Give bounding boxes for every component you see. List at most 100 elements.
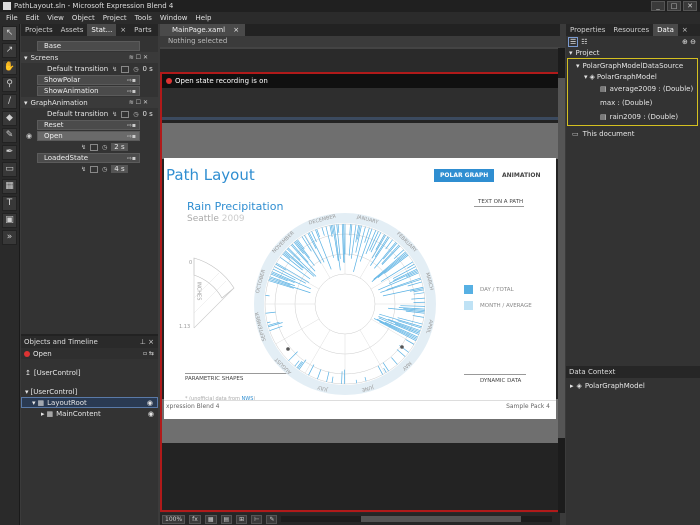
state-group-screens[interactable]: ▾ Screens ≋ ☐ ✕ — [21, 52, 158, 63]
scope-row[interactable]: ↥ [UserControl] — [21, 367, 158, 378]
group-controls-icon[interactable]: ≋ ☐ ✕ — [129, 54, 148, 61]
menu-window[interactable]: Window — [156, 14, 192, 22]
minimize-button[interactable]: _ — [651, 1, 665, 11]
data-field-row[interactable]: ▤ rain2009 : (Double) — [568, 110, 697, 124]
data-project-row[interactable]: ▾ Project — [566, 47, 700, 58]
menu-edit[interactable]: Edit — [22, 14, 44, 22]
scope-up-icon[interactable]: ↥ — [25, 369, 31, 377]
pin-icon[interactable]: ⊥ × — [140, 338, 154, 346]
pan-tool-icon[interactable]: ✋ — [2, 60, 17, 75]
tab-mainpage[interactable]: MainPage.xaml × — [160, 24, 246, 36]
transition-time[interactable]: 0 s — [142, 65, 152, 73]
tree-collapse-icon[interactable]: ▾ — [32, 399, 36, 407]
menu-help[interactable]: Help — [192, 14, 216, 22]
transition-ease-box[interactable] — [90, 143, 99, 151]
transition-icon[interactable]: ↯ — [81, 144, 86, 151]
brush-tool-icon[interactable]: ✎ — [2, 128, 17, 143]
vertical-scrollbar[interactable] — [558, 48, 565, 513]
maximize-button[interactable]: □ — [667, 1, 681, 11]
rectangle-tool-icon[interactable]: ▭ — [2, 162, 17, 177]
nav-animation[interactable]: ANIMATION — [502, 172, 541, 179]
eyedropper-tool-icon[interactable]: ∕ — [2, 94, 17, 109]
state-loaded[interactable]: LoadedState ⇨▪ — [37, 153, 140, 163]
snap-align-icon[interactable]: ⊢ — [251, 514, 263, 524]
tree-expand-icon[interactable]: ▸ — [570, 382, 574, 390]
transition-time[interactable]: 4 s — [111, 165, 128, 173]
transition-icon[interactable]: ↯ — [81, 166, 86, 173]
artboard[interactable]: Open state recording is on Path Layout P… — [160, 72, 560, 512]
tree-collapse-icon[interactable]: ▾ — [576, 62, 580, 70]
visibility-icon[interactable]: ◉ — [147, 399, 153, 407]
snap-grid2-icon[interactable]: ⊞ — [236, 514, 248, 524]
close-tab-icon[interactable]: × — [116, 24, 130, 36]
tab-states[interactable]: Stat... — [87, 24, 117, 36]
nav-polar-graph[interactable]: POLAR GRAPH — [434, 169, 495, 182]
group-controls-icon[interactable]: ≋ ☐ ✕ — [129, 99, 148, 106]
tab-data[interactable]: Data — [653, 24, 678, 36]
tab-resources[interactable]: Resources — [609, 24, 653, 36]
transition-ease-box[interactable] — [121, 65, 130, 73]
record-icon[interactable] — [24, 350, 30, 357]
transition-time[interactable]: 2 s — [111, 143, 128, 151]
state-transition-icon[interactable]: ⇨▪ — [127, 122, 136, 129]
transition-time[interactable]: 0 s — [142, 110, 152, 118]
timeline-state-row[interactable]: Open ▫ ⇆ — [21, 348, 158, 359]
tree-collapse-icon[interactable]: ▾ — [569, 49, 573, 57]
collapse-icon[interactable]: ▾ — [24, 54, 28, 62]
snap-grid-icon[interactable]: ▦ — [204, 514, 217, 524]
data-field-row[interactable]: max : (Double) — [568, 96, 697, 110]
transition-ease-box[interactable] — [90, 165, 99, 173]
zoom-tool-icon[interactable]: ⚲ — [2, 77, 17, 92]
state-transition-icon[interactable]: ⇨▪ — [127, 77, 136, 84]
list-mode-icon[interactable]: ☰ — [568, 36, 579, 47]
close-button[interactable]: ✕ — [683, 1, 697, 11]
state-reset[interactable]: Reset ⇨▪ — [37, 120, 140, 130]
fx-toggle-icon[interactable]: fx — [189, 514, 201, 524]
data-context-item[interactable]: ▸ ◈ PolarGraphModel — [570, 380, 645, 391]
tab-parts[interactable]: Parts — [130, 24, 155, 36]
tree-item-layoutroot[interactable]: ▾ ▦ LayoutRoot ◉ — [21, 397, 158, 408]
state-transition-icon[interactable]: ⇨▪ — [127, 88, 136, 95]
transition-icon[interactable]: ↯ — [112, 111, 117, 118]
eye-icon[interactable]: ◉ — [26, 132, 32, 140]
state-base[interactable]: Base — [37, 41, 140, 51]
tree-item-usercontrol[interactable]: ▾ [UserControl] — [21, 386, 158, 397]
state-transition-icon[interactable]: ⇨▪ — [127, 155, 136, 162]
horizontal-scrollbar[interactable] — [281, 516, 552, 522]
zoom-dropdown[interactable]: 100% — [162, 514, 186, 524]
data-model-row[interactable]: ▾ ◈ PolarGraphModel — [568, 71, 697, 82]
menu-tools[interactable]: Tools — [131, 14, 156, 22]
tab-properties[interactable]: Properties — [566, 24, 609, 36]
scrollbar-thumb[interactable] — [361, 516, 522, 522]
assets-expander-icon[interactable]: » — [2, 230, 17, 245]
state-open[interactable]: ◉ Open ⇨▪ — [26, 131, 140, 141]
timeline-controls-icon[interactable]: ▫ ⇆ — [143, 350, 154, 357]
transition-icon[interactable]: ↯ — [112, 66, 117, 73]
transition-ease-box[interactable] — [121, 110, 130, 118]
pen-tool-icon[interactable]: ✒ — [2, 145, 17, 160]
add-data-icon[interactable]: ⊕ ⊖ — [682, 38, 696, 46]
tree-expand-icon[interactable]: ▸ — [41, 410, 45, 418]
menu-project[interactable]: Project — [99, 14, 131, 22]
record-icon[interactable] — [166, 78, 172, 84]
annotation-icon[interactable]: ✎ — [266, 514, 278, 524]
selection-tool-icon[interactable]: ↖ — [2, 26, 17, 41]
state-group-graphanimation[interactable]: ▾ GraphAnimation ≋ ☐ ✕ — [21, 97, 158, 108]
paint-bucket-tool-icon[interactable]: ◆ — [2, 111, 17, 126]
menu-view[interactable]: View — [43, 14, 68, 22]
grid-tool-icon[interactable]: ▦ — [2, 179, 17, 194]
text-tool-icon[interactable]: T — [2, 196, 17, 211]
visibility-icon[interactable]: ◉ — [148, 410, 154, 418]
data-field-row[interactable]: ▤ average2009 : (Double) — [568, 82, 697, 96]
state-showpolar[interactable]: ShowPolar ⇨▪ — [37, 75, 140, 85]
state-showanimation[interactable]: ShowAnimation ⇨▪ — [37, 86, 140, 96]
tree-collapse-icon[interactable]: ▾ — [584, 73, 588, 81]
data-source-row[interactable]: ▾ PolarGraphModelDataSource — [568, 60, 697, 71]
tree-item-maincontent[interactable]: ▸ ▦ MainContent ◉ — [21, 408, 158, 419]
this-document-row[interactable]: ▭ This document — [566, 128, 700, 139]
scrollbar-thumb[interactable] — [558, 78, 565, 438]
control-tool-icon[interactable]: ▣ — [2, 213, 17, 228]
menu-file[interactable]: File — [2, 14, 22, 22]
menu-object[interactable]: Object — [68, 14, 99, 22]
direct-selection-tool-icon[interactable]: ↗ — [2, 43, 17, 58]
